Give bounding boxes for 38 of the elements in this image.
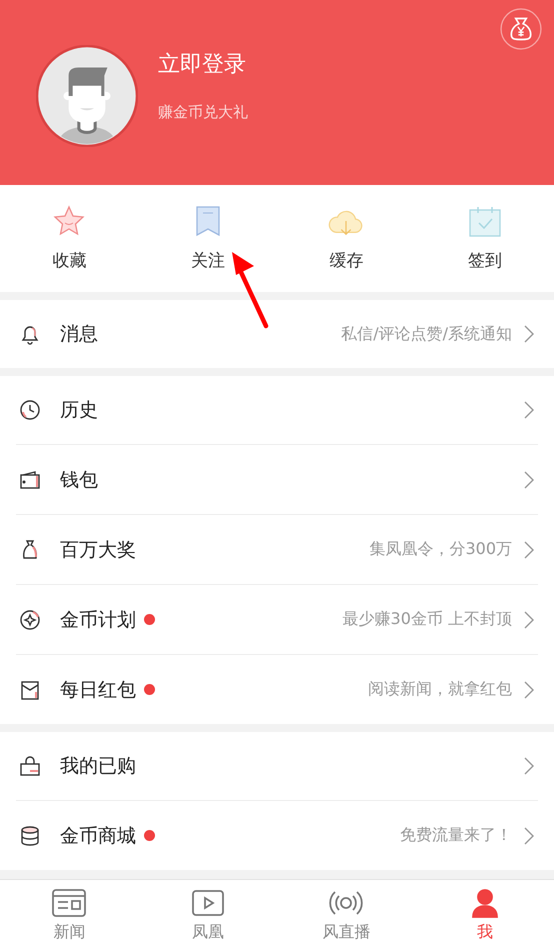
chevron-right-icon: [524, 757, 534, 775]
chevron-right-icon: [524, 680, 534, 698]
row-hint: 阅读新闻，就拿红包: [368, 679, 512, 700]
chevron-right-icon: [524, 401, 534, 419]
row-hint: 集凤凰令，分300万: [369, 539, 512, 560]
login-subtitle: 赚金币兑大礼: [158, 103, 248, 122]
menu-row[interactable]: 钱包: [16, 444, 538, 514]
calendar-check-icon: [468, 205, 502, 237]
menu-row[interactable]: 金币商城 免费流量来了！: [16, 800, 538, 870]
avatar[interactable]: [36, 44, 138, 146]
row-hint: 最少赚30金币 上不封顶: [342, 609, 512, 630]
chevron-right-icon: [524, 540, 534, 558]
tab-item[interactable]: 新闻: [0, 880, 138, 950]
row-hint: 免费流量来了！: [400, 825, 512, 846]
shortcut-button[interactable]: 缓存: [277, 185, 416, 292]
star-icon: [53, 205, 86, 237]
tab-item[interactable]: 凤凰: [138, 880, 277, 950]
money-bag-icon[interactable]: [500, 8, 542, 50]
chevron-right-icon: [524, 470, 534, 488]
menu-row[interactable]: 百万大奖 集凤凰令，分300万: [16, 514, 538, 584]
shortcut-button[interactable]: 收藏: [0, 185, 138, 292]
tab-item[interactable]: 我: [416, 880, 554, 950]
chevron-right-icon: [524, 325, 534, 343]
chevron-right-icon: [524, 826, 534, 844]
chevron-right-icon: [524, 610, 534, 628]
menu-row[interactable]: 我的已购: [16, 732, 538, 800]
row-hint: 私信/评论点赞/系统通知: [341, 324, 512, 344]
coin-icon: [18, 608, 42, 632]
tab-item[interactable]: 风直播: [277, 880, 416, 950]
shortcut-button[interactable]: 签到: [416, 185, 554, 292]
menu-row[interactable]: 历史: [16, 376, 538, 444]
newspaper-icon: [51, 888, 88, 918]
handbag-icon: [18, 754, 42, 778]
clock-icon: [18, 398, 42, 422]
menu-row[interactable]: 每日红包 阅读新闻，就拿红包: [16, 654, 538, 724]
menu-row[interactable]: 金币计划 最少赚30金币 上不封顶: [16, 584, 538, 654]
play-icon: [190, 888, 226, 918]
shortcut-button[interactable]: 关注: [138, 185, 277, 292]
